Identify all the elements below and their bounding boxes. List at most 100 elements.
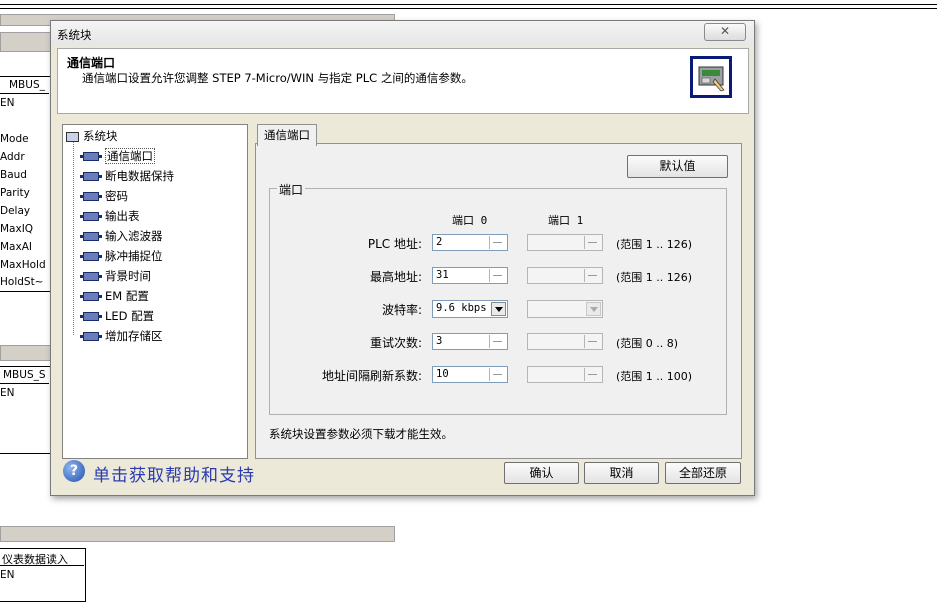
port0-retry-count-stepper[interactable]: 3 (432, 333, 508, 350)
block-title: MBUS_S (3, 369, 46, 381)
tree-item-retentive[interactable]: 断电数据保持 (80, 168, 174, 184)
module-icon (80, 152, 102, 161)
block-divider (0, 565, 84, 566)
tree-item-label: 密码 (105, 189, 128, 203)
tree-root-label: 系统块 (83, 129, 118, 143)
field-value: 10 (436, 368, 449, 380)
tree-item-input-filter[interactable]: 输入滤波器 (80, 228, 163, 244)
tree-guide-line (73, 142, 74, 335)
instruction-block-mbus-ctrl[interactable]: MBUS_ EN Mode Addr Baud Parity Delay Max… (0, 76, 51, 292)
port1-highest-address-stepper (527, 267, 603, 284)
block-en: EN (0, 387, 15, 399)
close-button[interactable]: ✕ (704, 23, 746, 41)
pin-maxiq: MaxIQ (0, 223, 34, 235)
field-value: 3 (436, 335, 443, 347)
spin-icon (584, 269, 601, 282)
system-block-dialog: 系统块 ✕ 通信端口 通信端口设置允许您调整 STEP 7-Micro/WIN … (50, 20, 755, 496)
tree-item-label: EM 配置 (105, 289, 149, 303)
port0-highest-address-stepper[interactable]: 31 (432, 267, 508, 284)
tree-item-label: 增加存储区 (105, 329, 163, 343)
dialog-titlebar[interactable]: 系统块 ✕ (51, 21, 754, 45)
port-group-label: 端口 (277, 181, 306, 198)
port0-plc-address-stepper[interactable]: 2 (432, 234, 508, 251)
instruction-block-mbus-s[interactable]: MBUS_S EN (0, 366, 51, 454)
tree-item-label: 背景时间 (105, 269, 151, 283)
highest-address-label: 最高地址: (369, 270, 422, 284)
cancel-button[interactable]: 取消 (584, 462, 659, 484)
spin-icon[interactable] (489, 368, 506, 381)
port1-gap-update-factor-stepper (527, 366, 603, 383)
network-header-band-2 (0, 345, 52, 361)
header-title: 通信端口 (67, 56, 116, 70)
ok-button[interactable]: 确认 (504, 462, 579, 484)
plc-address-range: (范围 1 .. 126) (616, 238, 693, 251)
pin-maxai: MaxAI (0, 241, 32, 253)
spin-icon (584, 368, 601, 381)
block-en: EN (0, 97, 15, 109)
pin-addr: Addr (0, 151, 25, 163)
port0-baud-rate-select[interactable]: 9.6 kbps (432, 300, 508, 318)
tree-item-label: 脉冲捕捉位 (105, 249, 163, 263)
block-title: MBUS_ (9, 79, 45, 91)
field-value: 9.6 kbps (436, 302, 487, 314)
tree-item-label: 断电数据保持 (105, 169, 174, 183)
spin-icon[interactable] (489, 269, 506, 282)
network-header-band-3 (0, 526, 395, 542)
tree-item-em-config[interactable]: EM 配置 (80, 288, 149, 304)
system-block-icon (66, 131, 79, 142)
top-border-line (0, 4, 937, 5)
tree-item-output-table[interactable]: 输出表 (80, 208, 140, 224)
module-icon (80, 172, 102, 181)
dropdown-arrow-icon[interactable] (491, 302, 506, 316)
port1-plc-address-stepper (527, 234, 603, 251)
header-description: 通信端口设置允许您调整 STEP 7-Micro/WIN 与指定 PLC 之间的… (82, 71, 473, 85)
port0-gap-update-factor-stepper[interactable]: 10 (432, 366, 508, 383)
block-divider (0, 93, 49, 94)
default-values-button[interactable]: 默认值 (627, 155, 728, 178)
instruction-block-meter-read[interactable]: 仪表数据读入 EN (0, 548, 86, 602)
module-icon (80, 332, 102, 341)
download-note: 系统块设置参数必须下载才能生效。 (269, 427, 453, 441)
pin-baud: Baud (0, 169, 27, 181)
tree-item-comm-port[interactable]: 通信端口 (80, 148, 155, 164)
network-header-band-left (0, 32, 52, 52)
tree-item-label: LED 配置 (105, 309, 155, 323)
tree-item-led-config[interactable]: LED 配置 (80, 308, 155, 324)
tree-item-background-time[interactable]: 背景时间 (80, 268, 151, 284)
help-icon[interactable]: ? (63, 460, 85, 482)
baud-rate-label: 波特率: (381, 303, 422, 317)
tree-item-label: 输入滤波器 (105, 229, 163, 243)
comm-port-icon (690, 56, 732, 98)
pin-delay: Delay (0, 205, 31, 217)
spin-icon[interactable] (489, 335, 506, 348)
block-divider (0, 383, 49, 384)
port1-column-header: 端口 1 (548, 214, 584, 227)
tree-item-label: 输出表 (105, 209, 140, 223)
comm-port-tab-page: 默认值 端口 端口 0 端口 1 PLC 地址: 2 (范围 1 .. 126)… (255, 143, 742, 459)
gap-update-factor-range: (范围 1 .. 100) (616, 370, 693, 383)
restore-all-button[interactable]: 全部还原 (665, 462, 741, 484)
help-link[interactable]: 单击获取帮助和支持 (93, 461, 255, 486)
pin-holdstart: HoldSt~ (0, 276, 44, 288)
spin-icon[interactable] (489, 236, 506, 249)
system-block-tree: 系统块 通信端口 断电数据保持 密码 输出表 输入滤波器 脉冲捕捉位 背景时间 … (62, 124, 248, 459)
top-border-line-2 (0, 8, 937, 9)
block-en: EN (0, 569, 15, 581)
tree-item-add-memory[interactable]: 增加存储区 (80, 328, 163, 344)
tree-item-password[interactable]: 密码 (80, 188, 128, 204)
module-icon (80, 212, 102, 221)
dialog-header: 通信端口 通信端口设置允许您调整 STEP 7-Micro/WIN 与指定 PL… (57, 48, 749, 114)
pin-maxhold: MaxHold (0, 259, 46, 271)
field-value: 31 (436, 269, 449, 281)
tree-item-pulse-catch[interactable]: 脉冲捕捉位 (80, 248, 163, 264)
tab-comm-port[interactable]: 通信端口 (257, 124, 317, 146)
pin-parity: Parity (0, 187, 30, 199)
port1-baud-rate-select (527, 300, 603, 318)
module-icon (80, 272, 102, 281)
module-icon (80, 292, 102, 301)
spin-icon (584, 335, 601, 348)
close-icon: ✕ (719, 24, 731, 38)
dialog-title: 系统块 (57, 28, 92, 42)
field-value: 2 (436, 236, 443, 248)
spin-icon (584, 236, 601, 249)
